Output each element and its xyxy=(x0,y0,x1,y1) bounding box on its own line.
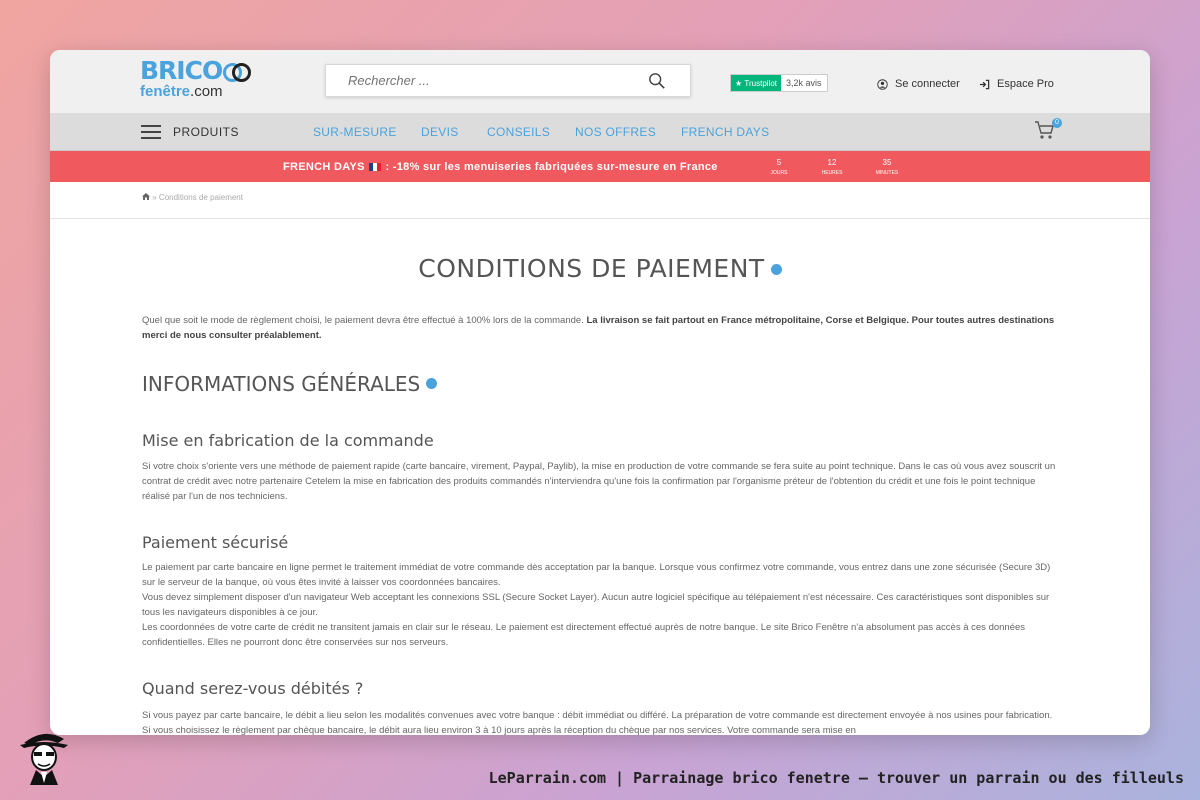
section-dot-icon xyxy=(426,378,438,389)
intro-text: Quel que soit le mode de règlement chois… xyxy=(142,315,587,326)
logo-fenetre-text: fenêtre xyxy=(140,83,191,100)
login-link[interactable]: Se connecter xyxy=(877,78,960,90)
logo-brico-text: BRICO xyxy=(140,56,223,85)
star-icon: ★ xyxy=(735,78,743,88)
subheading-fabrication: Mise en fabrication de la commande xyxy=(142,431,434,450)
promo-description: : -18% sur les menuiseries fabriquées su… xyxy=(385,161,718,173)
mascot-logo-icon xyxy=(20,733,68,785)
countdown-days: 5 JOURS xyxy=(759,158,799,176)
page-title-text: CONDITIONS DE PAIEMENT xyxy=(418,254,765,283)
section-heading-text: INFORMATIONS GÉNÉRALES xyxy=(142,372,421,396)
breadcrumb-separator: » xyxy=(152,193,157,202)
hamburger-menu-icon[interactable] xyxy=(141,125,161,139)
countdown-value: 12 xyxy=(827,158,837,167)
nav-link-conseils[interactable]: CONSEILS xyxy=(487,125,550,139)
section-heading: INFORMATIONS GÉNÉRALES xyxy=(142,372,438,396)
user-icon xyxy=(877,78,888,90)
search-box xyxy=(325,64,691,97)
promo-text: FRENCH DAYS : -18% sur les menuiseries f… xyxy=(283,161,718,173)
paragraph-line: Les coordonnées de votre carte de crédit… xyxy=(142,622,1026,648)
page-title: CONDITIONS DE PAIEMENT xyxy=(50,254,1150,283)
cart-count-badge: 0 xyxy=(1052,118,1062,128)
countdown-unit: HEURES xyxy=(821,170,843,176)
top-header: BRICO fenêtre.com ★ Trustpilot 3,2k avis… xyxy=(50,50,1150,113)
countdown-minutes: 35 MINUTES xyxy=(867,158,907,176)
promo-banner[interactable]: FRENCH DAYS : -18% sur les menuiseries f… xyxy=(50,151,1150,182)
nav-link-devis[interactable]: DEVIS xyxy=(421,125,459,139)
trustpilot-badge[interactable]: ★ Trustpilot 3,2k avis xyxy=(730,74,828,92)
breadcrumb-current: Conditions de paiement xyxy=(158,193,243,202)
home-icon[interactable] xyxy=(142,193,150,200)
intro-paragraph: Quel que soit le mode de règlement chois… xyxy=(142,313,1060,343)
pro-space-link[interactable]: Espace Pro xyxy=(979,78,1054,90)
countdown-value: 35 xyxy=(882,158,892,167)
search-input[interactable] xyxy=(326,65,626,96)
paragraph-debit: Si vous payez par carte bancaire, le déb… xyxy=(142,710,1053,735)
browser-frame: BRICO fenêtre.com ★ Trustpilot 3,2k avis… xyxy=(50,50,1150,735)
paragraph-fabrication: Si votre choix s'oriente vers une méthod… xyxy=(142,461,1056,502)
login-label: Se connecter xyxy=(895,78,960,90)
countdown-hours: 12 HEURES xyxy=(812,158,852,176)
paragraph-line: Vous devez simplement disposer d'un navi… xyxy=(142,592,1050,618)
paragraph-line: Le paiement par carte bancaire en ligne … xyxy=(142,562,1051,588)
trustpilot-label: Trustpilot xyxy=(744,78,778,88)
main-nav: PRODUITS SUR-MESURE DEVIS CONSEILS NOS O… xyxy=(50,113,1150,151)
paragraph-paiement-securise: Le paiement par carte bancaire en ligne … xyxy=(142,560,1060,650)
subheading-paiement-securise: Paiement sécurisé xyxy=(142,533,289,552)
nav-link-nos-offres[interactable]: NOS OFFRES xyxy=(575,125,656,139)
cart-button[interactable]: 0 xyxy=(1034,118,1062,142)
page-caption: LeParrain.com | Parrainage brico fenetre… xyxy=(488,769,1184,787)
pro-space-label: Espace Pro xyxy=(997,78,1054,90)
logo-com-text: .com xyxy=(190,83,223,100)
subheading-debit: Quand serez-vous débités ? xyxy=(142,679,364,698)
site-logo[interactable]: BRICO fenêtre.com xyxy=(140,56,252,100)
products-menu[interactable]: PRODUITS xyxy=(173,125,239,139)
nav-link-sur-mesure[interactable]: SUR-MESURE xyxy=(313,125,397,139)
french-flag-icon xyxy=(369,163,382,171)
promo-title: FRENCH DAYS xyxy=(283,161,365,173)
search-icon[interactable] xyxy=(648,72,666,90)
countdown-value: 5 xyxy=(776,158,782,167)
countdown-unit: JOURS xyxy=(770,170,788,176)
nav-link-french-days[interactable]: FRENCH DAYS xyxy=(681,125,769,139)
breadcrumb: » Conditions de paiement xyxy=(142,193,243,202)
countdown-unit: MINUTES xyxy=(875,170,899,176)
logo-infinity-icon xyxy=(223,61,252,82)
header-divider xyxy=(50,218,1150,219)
title-dot-icon xyxy=(770,264,782,275)
trustpilot-count: 3,2k avis xyxy=(781,75,827,91)
sign-in-icon xyxy=(979,79,990,89)
